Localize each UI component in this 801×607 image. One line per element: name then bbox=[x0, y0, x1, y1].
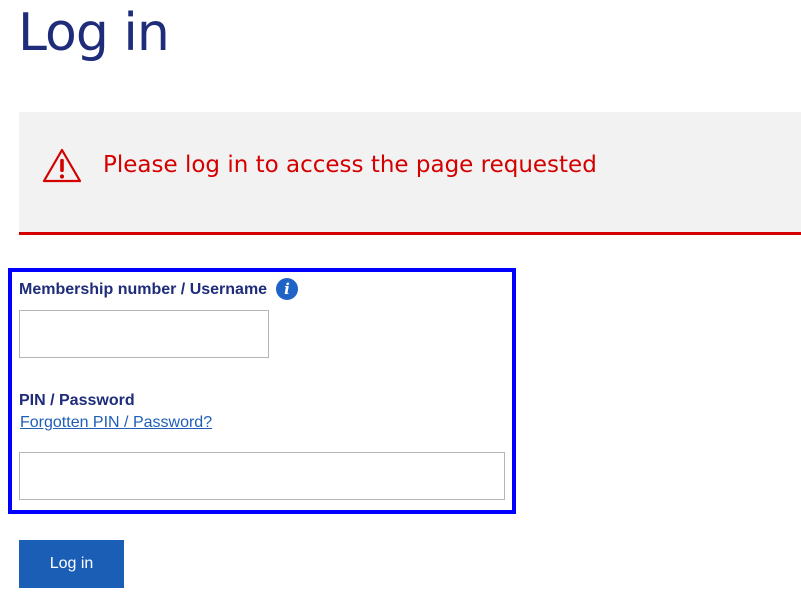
password-input[interactable] bbox=[19, 452, 505, 500]
password-label: PIN / Password bbox=[19, 392, 135, 409]
login-form: Membership number / Username i PIN / Pas… bbox=[8, 268, 516, 514]
page-title: Log in bbox=[18, 3, 170, 63]
info-icon[interactable]: i bbox=[276, 278, 298, 300]
forgot-password-link[interactable]: Forgotten PIN / Password? bbox=[20, 413, 212, 433]
username-label: Membership number / Username bbox=[19, 281, 268, 298]
login-button[interactable]: Log in bbox=[19, 540, 124, 588]
warning-triangle-icon bbox=[42, 148, 82, 183]
username-input[interactable] bbox=[19, 310, 269, 358]
login-page: Log in Please log in to access the page … bbox=[0, 0, 801, 607]
error-alert: Please log in to access the page request… bbox=[19, 112, 801, 235]
alert-message: Please log in to access the page request… bbox=[103, 152, 597, 178]
